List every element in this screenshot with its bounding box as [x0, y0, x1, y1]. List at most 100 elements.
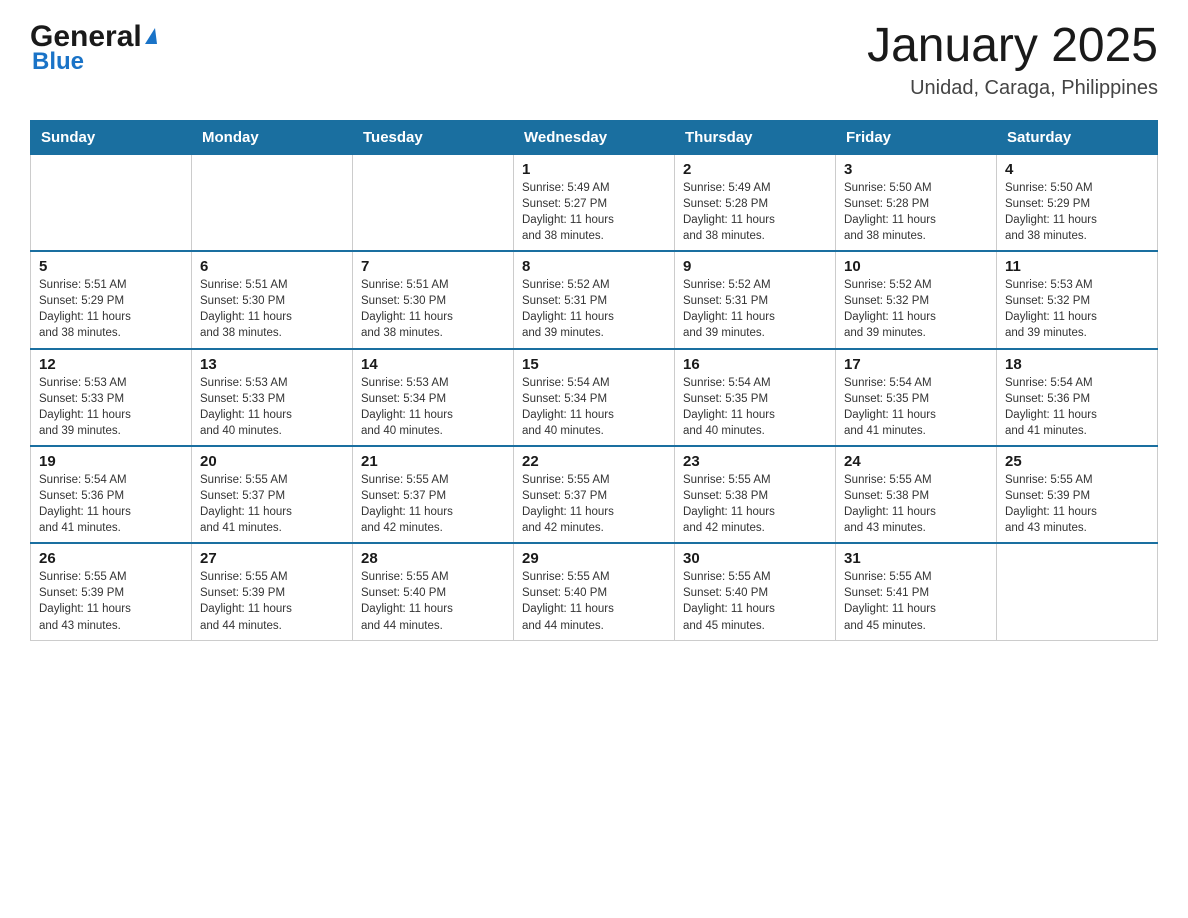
day-info: Sunrise: 5:49 AM Sunset: 5:27 PM Dayligh…: [522, 180, 666, 244]
calendar-day-cell: 22Sunrise: 5:55 AM Sunset: 5:37 PM Dayli…: [514, 446, 675, 543]
calendar-day-cell: 14Sunrise: 5:53 AM Sunset: 5:34 PM Dayli…: [353, 349, 514, 446]
day-number: 2: [683, 161, 827, 178]
day-number: 24: [844, 453, 988, 470]
day-number: 10: [844, 258, 988, 275]
day-number: 9: [683, 258, 827, 275]
calendar-day-cell: 16Sunrise: 5:54 AM Sunset: 5:35 PM Dayli…: [675, 349, 836, 446]
calendar-day-cell: 13Sunrise: 5:53 AM Sunset: 5:33 PM Dayli…: [192, 349, 353, 446]
day-number: 1: [522, 161, 666, 178]
col-header-thursday: Thursday: [675, 120, 836, 154]
calendar-day-cell: 6 Sunrise: 5:51 AM Sunset: 5:30 PM Daylig…: [192, 251, 353, 348]
day-info: Sunrise: 5:55 AM Sunset: 5:37 PM Dayligh…: [522, 472, 666, 536]
calendar-day-cell: [192, 154, 353, 251]
day-info: Sunrise: 5:54 AM Sunset: 5:34 PM Dayligh…: [522, 375, 666, 439]
day-info: Sunrise: 5:51 AM Sunset: 5:30 PM Dayligh…: [200, 277, 344, 341]
day-info: Sunrise: 5:55 AM Sunset: 5:37 PM Dayligh…: [200, 472, 344, 536]
col-header-monday: Monday: [192, 120, 353, 154]
day-info: Sunrise: 5:55 AM Sunset: 5:40 PM Dayligh…: [361, 569, 505, 633]
day-info: Sunrise: 5:52 AM Sunset: 5:31 PM Dayligh…: [683, 277, 827, 341]
col-header-sunday: Sunday: [31, 120, 192, 154]
col-header-tuesday: Tuesday: [353, 120, 514, 154]
calendar-day-cell: 31 Sunrise: 5:55 AM Sunset: 5:41 PM Dayli…: [836, 543, 997, 640]
calendar-day-cell: 25 Sunrise: 5:55 AM Sunset: 5:39 PM Dayli…: [997, 446, 1158, 543]
col-header-friday: Friday: [836, 120, 997, 154]
calendar-day-cell: 17 Sunrise: 5:54 AM Sunset: 5:35 PM Dayli…: [836, 349, 997, 446]
calendar-day-cell: 7 Sunrise: 5:51 AM Sunset: 5:30 PM Daylig…: [353, 251, 514, 348]
day-number: 6: [200, 258, 344, 275]
day-number: 15: [522, 356, 666, 373]
calendar-header-row: SundayMondayTuesdayWednesdayThursdayFrid…: [31, 120, 1158, 154]
day-info: Sunrise: 5:55 AM Sunset: 5:39 PM Dayligh…: [1005, 472, 1149, 536]
day-number: 11: [1005, 258, 1149, 275]
calendar-day-cell: [31, 154, 192, 251]
calendar-day-cell: 20Sunrise: 5:55 AM Sunset: 5:37 PM Dayli…: [192, 446, 353, 543]
calendar-day-cell: 5 Sunrise: 5:51 AM Sunset: 5:29 PM Daylig…: [31, 251, 192, 348]
logo-triangle-icon: [145, 28, 157, 44]
day-info: Sunrise: 5:54 AM Sunset: 5:35 PM Dayligh…: [683, 375, 827, 439]
day-number: 5: [39, 258, 183, 275]
day-number: 3: [844, 161, 988, 178]
day-info: Sunrise: 5:54 AM Sunset: 5:36 PM Dayligh…: [1005, 375, 1149, 439]
calendar-day-cell: 21Sunrise: 5:55 AM Sunset: 5:37 PM Dayli…: [353, 446, 514, 543]
logo-blue-text: Blue: [32, 48, 84, 76]
day-number: 4: [1005, 161, 1149, 178]
calendar-day-cell: [997, 543, 1158, 640]
page-header: General Blue January 2025 Unidad, Caraga…: [30, 20, 1158, 100]
day-number: 27: [200, 550, 344, 567]
calendar-week-row: 5 Sunrise: 5:51 AM Sunset: 5:29 PM Daylig…: [31, 251, 1158, 348]
day-number: 25: [1005, 453, 1149, 470]
title-section: January 2025 Unidad, Caraga, Philippines: [867, 20, 1158, 100]
day-number: 7: [361, 258, 505, 275]
day-number: 17: [844, 356, 988, 373]
calendar-table: SundayMondayTuesdayWednesdayThursdayFrid…: [30, 120, 1158, 641]
day-number: 23: [683, 453, 827, 470]
day-info: Sunrise: 5:51 AM Sunset: 5:29 PM Dayligh…: [39, 277, 183, 341]
day-info: Sunrise: 5:53 AM Sunset: 5:33 PM Dayligh…: [39, 375, 183, 439]
calendar-day-cell: 29 Sunrise: 5:55 AM Sunset: 5:40 PM Dayli…: [514, 543, 675, 640]
day-number: 14: [361, 356, 505, 373]
day-info: Sunrise: 5:55 AM Sunset: 5:38 PM Dayligh…: [844, 472, 988, 536]
day-number: 29: [522, 550, 666, 567]
calendar-day-cell: 1 Sunrise: 5:49 AM Sunset: 5:27 PM Daylig…: [514, 154, 675, 251]
calendar-week-row: 12 Sunrise: 5:53 AM Sunset: 5:33 PM Dayli…: [31, 349, 1158, 446]
day-info: Sunrise: 5:55 AM Sunset: 5:39 PM Dayligh…: [200, 569, 344, 633]
day-number: 21: [361, 453, 505, 470]
day-number: 19: [39, 453, 183, 470]
col-header-wednesday: Wednesday: [514, 120, 675, 154]
calendar-day-cell: 23 Sunrise: 5:55 AM Sunset: 5:38 PM Dayli…: [675, 446, 836, 543]
calendar-day-cell: 8 Sunrise: 5:52 AM Sunset: 5:31 PM Daylig…: [514, 251, 675, 348]
day-info: Sunrise: 5:55 AM Sunset: 5:40 PM Dayligh…: [522, 569, 666, 633]
calendar-day-cell: 4 Sunrise: 5:50 AM Sunset: 5:29 PM Daylig…: [997, 154, 1158, 251]
calendar-day-cell: 19 Sunrise: 5:54 AM Sunset: 5:36 PM Dayli…: [31, 446, 192, 543]
calendar-day-cell: 12 Sunrise: 5:53 AM Sunset: 5:33 PM Dayli…: [31, 349, 192, 446]
calendar-week-row: 26 Sunrise: 5:55 AM Sunset: 5:39 PM Dayli…: [31, 543, 1158, 640]
calendar-day-cell: [353, 154, 514, 251]
day-number: 31: [844, 550, 988, 567]
month-title: January 2025: [867, 20, 1158, 73]
day-info: Sunrise: 5:51 AM Sunset: 5:30 PM Dayligh…: [361, 277, 505, 341]
calendar-day-cell: 28Sunrise: 5:55 AM Sunset: 5:40 PM Dayli…: [353, 543, 514, 640]
day-info: Sunrise: 5:54 AM Sunset: 5:36 PM Dayligh…: [39, 472, 183, 536]
day-info: Sunrise: 5:55 AM Sunset: 5:39 PM Dayligh…: [39, 569, 183, 633]
day-info: Sunrise: 5:55 AM Sunset: 5:41 PM Dayligh…: [844, 569, 988, 633]
day-number: 13: [200, 356, 344, 373]
calendar-week-row: 19 Sunrise: 5:54 AM Sunset: 5:36 PM Dayli…: [31, 446, 1158, 543]
calendar-day-cell: 3Sunrise: 5:50 AM Sunset: 5:28 PM Daylig…: [836, 154, 997, 251]
day-number: 18: [1005, 356, 1149, 373]
calendar-day-cell: 27 Sunrise: 5:55 AM Sunset: 5:39 PM Dayli…: [192, 543, 353, 640]
logo: General Blue: [30, 20, 157, 76]
day-info: Sunrise: 5:52 AM Sunset: 5:31 PM Dayligh…: [522, 277, 666, 341]
day-info: Sunrise: 5:50 AM Sunset: 5:29 PM Dayligh…: [1005, 180, 1149, 244]
calendar-day-cell: 24 Sunrise: 5:55 AM Sunset: 5:38 PM Dayli…: [836, 446, 997, 543]
day-number: 12: [39, 356, 183, 373]
calendar-day-cell: 26 Sunrise: 5:55 AM Sunset: 5:39 PM Dayli…: [31, 543, 192, 640]
calendar-day-cell: 18 Sunrise: 5:54 AM Sunset: 5:36 PM Dayli…: [997, 349, 1158, 446]
day-number: 8: [522, 258, 666, 275]
calendar-day-cell: 30Sunrise: 5:55 AM Sunset: 5:40 PM Dayli…: [675, 543, 836, 640]
day-info: Sunrise: 5:52 AM Sunset: 5:32 PM Dayligh…: [844, 277, 988, 341]
calendar-day-cell: 15 Sunrise: 5:54 AM Sunset: 5:34 PM Dayli…: [514, 349, 675, 446]
day-info: Sunrise: 5:54 AM Sunset: 5:35 PM Dayligh…: [844, 375, 988, 439]
day-info: Sunrise: 5:53 AM Sunset: 5:32 PM Dayligh…: [1005, 277, 1149, 341]
day-info: Sunrise: 5:55 AM Sunset: 5:38 PM Dayligh…: [683, 472, 827, 536]
day-number: 26: [39, 550, 183, 567]
